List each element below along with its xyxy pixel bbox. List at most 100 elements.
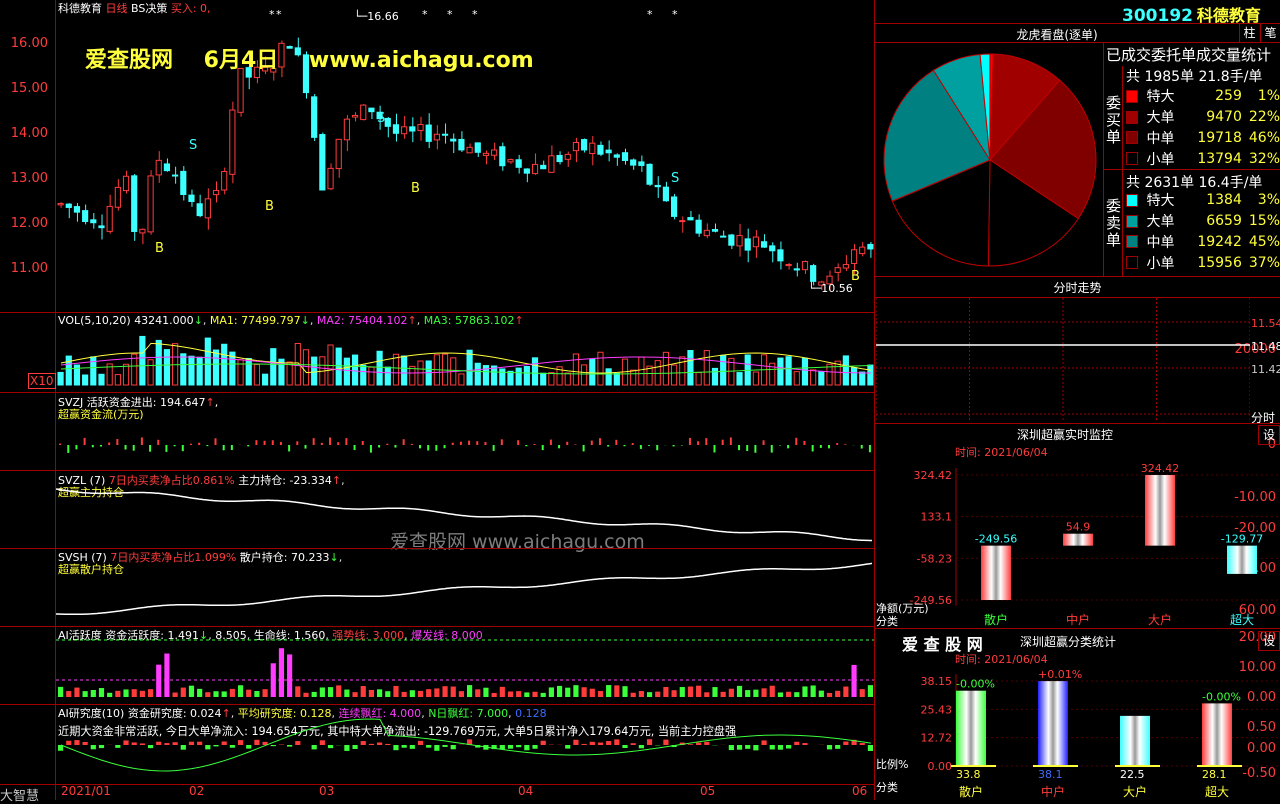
research-bar	[181, 745, 186, 750]
ratio-bar	[1120, 716, 1150, 766]
research-bar	[230, 745, 235, 748]
candle-body	[492, 150, 497, 155]
volume-bar	[181, 354, 186, 385]
research-bar	[639, 745, 644, 748]
x-tick: 03	[319, 784, 334, 798]
research-bar	[778, 745, 783, 750]
sell-signal-marker: S	[671, 171, 679, 186]
sell-row: 特大13843%	[1124, 190, 1280, 211]
ratio-bar-chart[interactable]: 38.1525.4312.720.00-0.00%33.8散户+0.01%38.…	[876, 666, 1280, 800]
activity-bar	[107, 693, 112, 697]
activity-bar	[565, 688, 570, 697]
research-bar	[868, 745, 873, 751]
research-bar	[835, 745, 840, 749]
low-price-value: 10.56	[821, 282, 853, 295]
activity-bar	[402, 692, 407, 697]
activity-bar	[541, 693, 546, 697]
activity-bar	[582, 687, 587, 697]
intraday-chart[interactable]	[876, 298, 1250, 422]
volume-bar	[819, 372, 824, 385]
research-bar	[729, 745, 734, 750]
candle-body	[516, 160, 521, 168]
row-label: 特大	[1146, 86, 1194, 106]
activity-bar	[827, 693, 832, 697]
volume-bar	[83, 375, 88, 385]
volume-bar	[336, 348, 341, 385]
volume-bar	[459, 374, 464, 385]
sell-row: 中单1924245%	[1124, 232, 1280, 253]
x-tick: 05	[700, 784, 715, 798]
research-bar	[66, 741, 71, 745]
candle-body	[549, 156, 554, 173]
activity-bar	[737, 686, 742, 697]
candle-body	[786, 265, 791, 266]
low-price-label: └─10.56	[808, 282, 853, 295]
activity-bar	[524, 692, 529, 697]
candle-body	[598, 145, 603, 154]
activity-bar	[410, 690, 415, 697]
research-bar	[173, 742, 178, 745]
activity-bar	[205, 692, 210, 697]
research-bar	[91, 745, 96, 749]
activity-bar	[508, 691, 513, 697]
classify-settings-button[interactable]: 设	[1258, 631, 1280, 651]
change-label: -0.00%	[1202, 690, 1241, 703]
tick-mode-button[interactable]: 笔	[1260, 24, 1280, 42]
volume-bar	[843, 356, 848, 385]
candle-body	[66, 204, 71, 207]
activity-bar	[222, 691, 227, 697]
activity-bar	[770, 686, 775, 697]
activity-bar	[156, 665, 161, 697]
row-count: 6659	[1194, 213, 1242, 229]
volume-bar	[794, 372, 799, 385]
volume-chart[interactable]	[56, 313, 874, 391]
candle-body	[410, 127, 415, 131]
volume-bar	[377, 351, 382, 385]
activity-bar	[295, 686, 300, 697]
activity-bar	[83, 691, 88, 697]
buy-row: 大单947022%	[1124, 107, 1280, 128]
volume-bar	[492, 366, 497, 385]
research-bar	[524, 745, 529, 750]
volume-bar	[631, 370, 636, 385]
activity-bar	[451, 687, 456, 697]
dragon-subtitle: 已成交委托单成交量统计	[1106, 44, 1271, 65]
activity-bar	[778, 692, 783, 697]
watermark-site: 爱查股网	[85, 48, 173, 73]
activity-chart[interactable]	[56, 627, 874, 704]
category-label: 超大	[1230, 612, 1254, 627]
activity-bar	[99, 688, 104, 697]
row-pct: 46%	[1242, 130, 1280, 146]
monitor-settings-button[interactable]: 设	[1258, 425, 1280, 445]
activity-bar	[532, 692, 537, 697]
volume-bar	[753, 372, 758, 385]
candle-body	[794, 269, 799, 270]
volume-bar	[385, 367, 390, 385]
candle-body	[753, 237, 758, 247]
research-bar	[352, 745, 357, 749]
software-brand: 大智慧	[0, 785, 39, 804]
retail-chart[interactable]	[56, 549, 874, 626]
activity-bar	[344, 690, 349, 697]
candle-body	[189, 195, 194, 201]
research-bar	[148, 745, 153, 748]
research-bar	[361, 741, 366, 745]
order-pie-chart	[878, 48, 1103, 273]
research-chart[interactable]	[56, 705, 874, 785]
volume-bar	[344, 358, 349, 385]
sell-row: 大单665915%	[1124, 211, 1280, 232]
bar-mode-button[interactable]: 柱	[1239, 24, 1259, 42]
activity-bar	[704, 692, 709, 697]
research-bar	[860, 743, 865, 745]
activity-bar	[721, 692, 726, 697]
net-amount-bar-chart[interactable]: 324.42133.1-58.23-249.56-249.56散户54.9中户3…	[876, 458, 1280, 630]
volume-bar	[639, 357, 644, 385]
row-count: 9470	[1194, 109, 1242, 125]
activity-bar	[352, 692, 357, 697]
activity-bar	[271, 663, 276, 697]
x-tick: 06	[852, 784, 867, 798]
change-label: +0.01%	[1038, 668, 1082, 681]
fund-flow-chart[interactable]	[56, 393, 874, 470]
row-label: 中单	[1146, 232, 1194, 252]
candle-body	[238, 68, 243, 112]
